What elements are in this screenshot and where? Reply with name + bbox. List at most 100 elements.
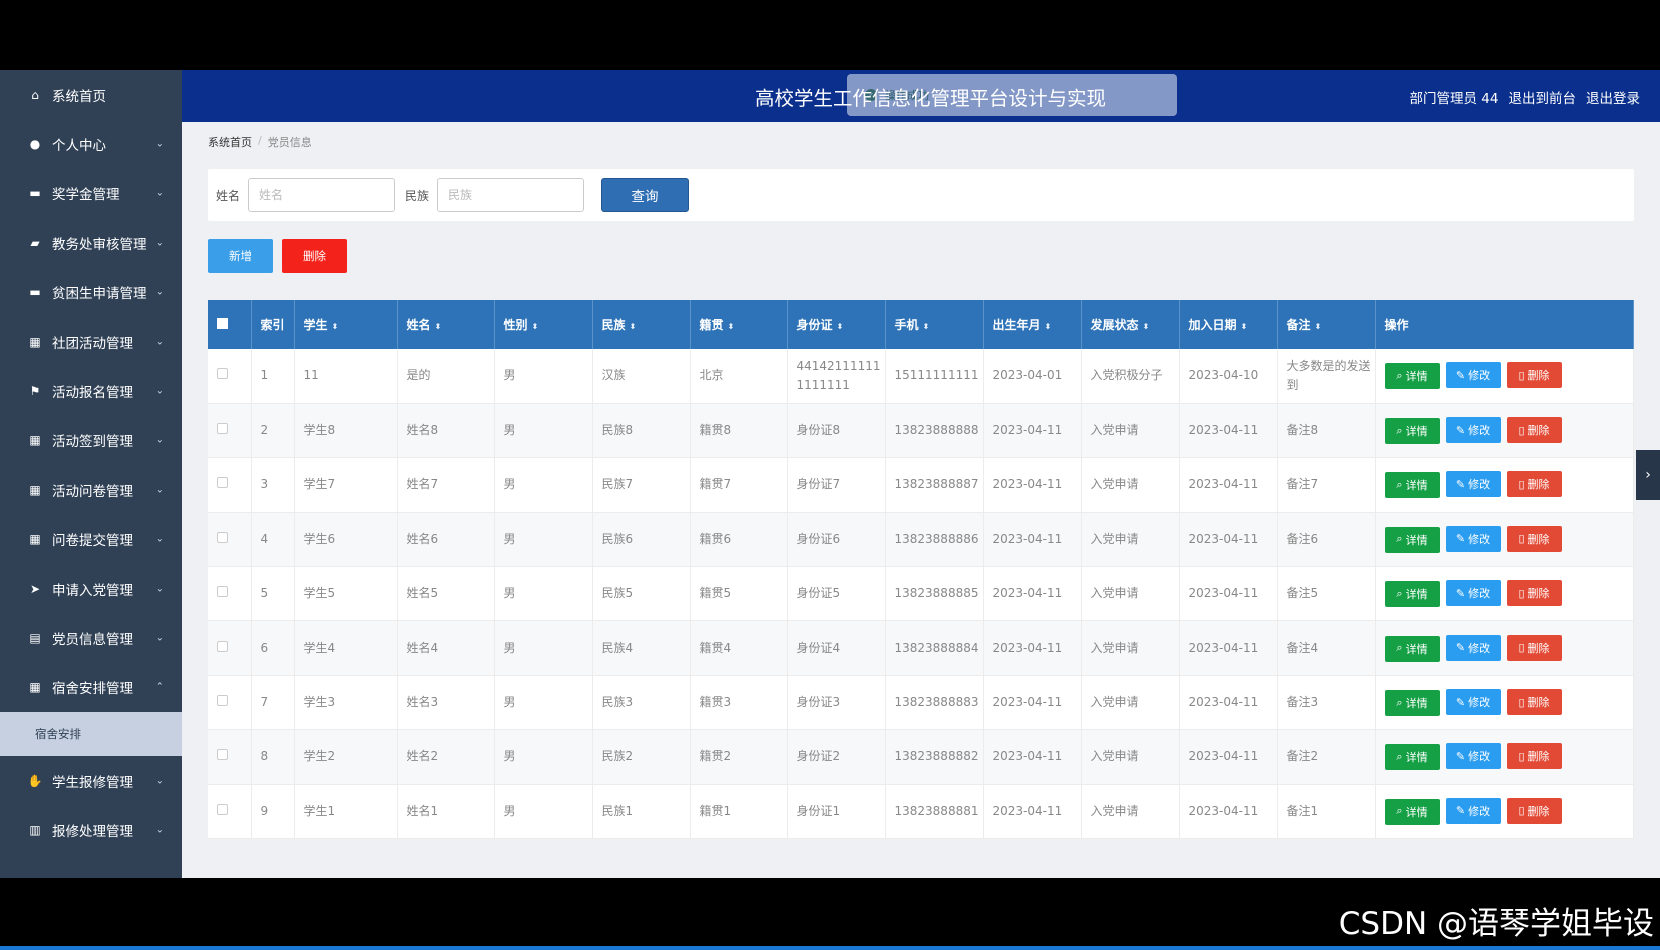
table-cell: 身份证5	[787, 566, 886, 622]
table-cell: 2023-04-11	[983, 675, 1082, 731]
row-checkbox[interactable]	[217, 423, 228, 435]
sidebar-item-label: 社团活动管理	[52, 335, 133, 352]
add-button[interactable]: 新增	[208, 239, 273, 273]
row-checkbox[interactable]	[217, 695, 228, 707]
breadcrumb-separator: /	[258, 134, 262, 147]
delete-button[interactable]: ▯ 删除	[1506, 689, 1562, 716]
detail-button[interactable]: ⌕ 详情	[1384, 472, 1440, 499]
sidebar-subitem-dorm[interactable]: 宿舍安排	[0, 712, 182, 757]
chevron-down-icon: ⌄	[155, 385, 164, 397]
sort-icon[interactable]: ⬍	[332, 322, 339, 331]
delete-button[interactable]: ▯ 删除	[1506, 634, 1562, 661]
edit-icon: ✎	[1455, 642, 1466, 655]
row-checkbox[interactable]	[217, 368, 228, 380]
row-checkbox[interactable]	[217, 586, 228, 598]
detail-button[interactable]: ⌕ 详情	[1384, 581, 1440, 608]
delete-button[interactable]: ▯ 删除	[1506, 797, 1562, 824]
delete-button[interactable]: ▯ 删除	[1506, 580, 1562, 607]
sidebar-item[interactable]: ▥ 报修处理管理 ⌄	[0, 805, 182, 854]
table-cell: 男	[494, 457, 593, 513]
batch-delete-button[interactable]: 删除	[282, 239, 347, 273]
sidebar-item[interactable]: ▦ 宿舍安排管理 ⌃	[0, 663, 182, 712]
detail-button[interactable]: ⌕ 详情	[1384, 690, 1440, 717]
sidebar-item[interactable]: ⌂ 系统首页	[0, 70, 182, 119]
sort-icon[interactable]: ⬍	[630, 322, 637, 331]
row-checkbox[interactable]	[217, 531, 228, 543]
sidebar-item[interactable]: ● 个人中心 ⌄	[0, 119, 182, 168]
name-input[interactable]	[248, 178, 395, 212]
search-icon: ⌕	[1396, 750, 1403, 763]
edit-button[interactable]: ✎ 修改	[1445, 634, 1501, 661]
detail-button[interactable]: ⌕ 详情	[1384, 418, 1440, 445]
detail-button[interactable]: ⌕ 详情	[1384, 744, 1440, 771]
sort-icon[interactable]: ⬍	[532, 322, 539, 331]
edit-button[interactable]: ✎ 修改	[1445, 743, 1501, 770]
sort-icon[interactable]: ⬍	[837, 322, 844, 331]
sidebar-item[interactable]: ▬ 奖学金管理 ⌄	[0, 169, 182, 218]
edit-button[interactable]: ✎ 修改	[1445, 580, 1501, 607]
trash-icon: ▯	[1518, 424, 1525, 437]
column-header[interactable]: 身份证 ⬍	[787, 300, 886, 349]
sort-icon[interactable]: ⬍	[1045, 322, 1052, 331]
chevron-right-icon[interactable]: ›	[1636, 450, 1660, 500]
table-cell: 2	[251, 403, 295, 459]
edit-button[interactable]: ✎ 修改	[1445, 525, 1501, 552]
delete-button[interactable]: ▯ 删除	[1506, 362, 1562, 389]
delete-button[interactable]: ▯ 删除	[1506, 471, 1562, 498]
table-cell: 姓名5	[397, 566, 495, 622]
breadcrumb-home[interactable]: 系统首页	[208, 134, 252, 150]
sidebar-item[interactable]: ▦ 问卷提交管理 ⌄	[0, 515, 182, 564]
delete-button[interactable]: ▯ 删除	[1506, 525, 1562, 552]
edit-button[interactable]: ✎ 修改	[1445, 362, 1501, 389]
sort-icon[interactable]: ⬍	[1241, 322, 1248, 331]
column-header[interactable]: 发展状态 ⬍	[1081, 300, 1180, 349]
sidebar-item[interactable]: ➤ 申请入党管理 ⌄	[0, 564, 182, 613]
sidebar-item-label: 活动签到管理	[52, 434, 133, 451]
column-header[interactable]: 索引	[251, 300, 295, 349]
column-header[interactable]: 出生年月 ⬍	[983, 300, 1082, 349]
ethnic-input[interactable]	[437, 178, 584, 212]
edit-button[interactable]: ✎ 修改	[1445, 471, 1501, 498]
row-checkbox[interactable]	[217, 477, 228, 489]
sidebar-item[interactable]: ✋ 学生报修管理 ⌄	[0, 756, 182, 805]
edit-button[interactable]: ✎ 修改	[1445, 797, 1501, 824]
row-checkbox[interactable]	[217, 803, 228, 815]
trash-icon: ▯	[1518, 478, 1525, 491]
detail-button[interactable]: ⌕ 详情	[1384, 798, 1440, 825]
column-header[interactable]: 籍贯 ⬍	[690, 300, 788, 349]
column-header[interactable]: 手机 ⬍	[885, 300, 984, 349]
edit-button[interactable]: ✎ 修改	[1445, 417, 1501, 444]
select-all-checkbox[interactable]	[217, 317, 228, 329]
logout-link[interactable]: 退出登录	[1586, 87, 1640, 107]
sidebar-item[interactable]: ▬ 贫困生申请管理 ⌄	[0, 268, 182, 317]
row-checkbox[interactable]	[217, 640, 228, 652]
sort-icon[interactable]: ⬍	[923, 322, 930, 331]
chevron-down-icon: ⌄	[155, 336, 164, 348]
detail-button[interactable]: ⌕ 详情	[1384, 363, 1440, 390]
delete-button[interactable]: ▯ 删除	[1506, 417, 1562, 444]
column-header[interactable]: 民族 ⬍	[592, 300, 691, 349]
edit-button[interactable]: ✎ 修改	[1445, 689, 1501, 716]
column-header[interactable]: 备注 ⬍	[1277, 300, 1376, 349]
table-cell: 9	[251, 784, 295, 840]
sidebar-item[interactable]: ▰ 教务处审核管理 ⌄	[0, 218, 182, 267]
sidebar-item[interactable]: ⚑ 活动报名管理 ⌄	[0, 366, 182, 415]
sort-icon[interactable]: ⬍	[435, 322, 442, 331]
detail-button[interactable]: ⌕ 详情	[1384, 526, 1440, 553]
sidebar-item[interactable]: ▦ 活动签到管理 ⌄	[0, 416, 182, 465]
sort-icon[interactable]: ⬍	[728, 322, 735, 331]
delete-button[interactable]: ▯ 删除	[1506, 743, 1562, 770]
sort-icon[interactable]: ⬍	[1143, 322, 1150, 331]
sidebar-item[interactable]: ▦ 社团活动管理 ⌄	[0, 317, 182, 366]
query-button[interactable]: 查询	[601, 178, 689, 212]
sidebar-item[interactable]: ▦ 活动问卷管理 ⌄	[0, 465, 182, 514]
sidebar-item[interactable]: ▤ 党员信息管理 ⌄	[0, 613, 182, 662]
column-header[interactable]: 姓名 ⬍	[397, 300, 495, 349]
column-header[interactable]: 加入日期 ⬍	[1179, 300, 1278, 349]
sort-icon[interactable]: ⬍	[1315, 322, 1322, 331]
detail-button[interactable]: ⌕ 详情	[1384, 635, 1440, 662]
row-checkbox[interactable]	[217, 749, 228, 761]
column-header[interactable]: 性别 ⬍	[494, 300, 593, 349]
front-link[interactable]: 退出到前台	[1509, 87, 1577, 107]
column-header[interactable]: 学生 ⬍	[294, 300, 398, 349]
